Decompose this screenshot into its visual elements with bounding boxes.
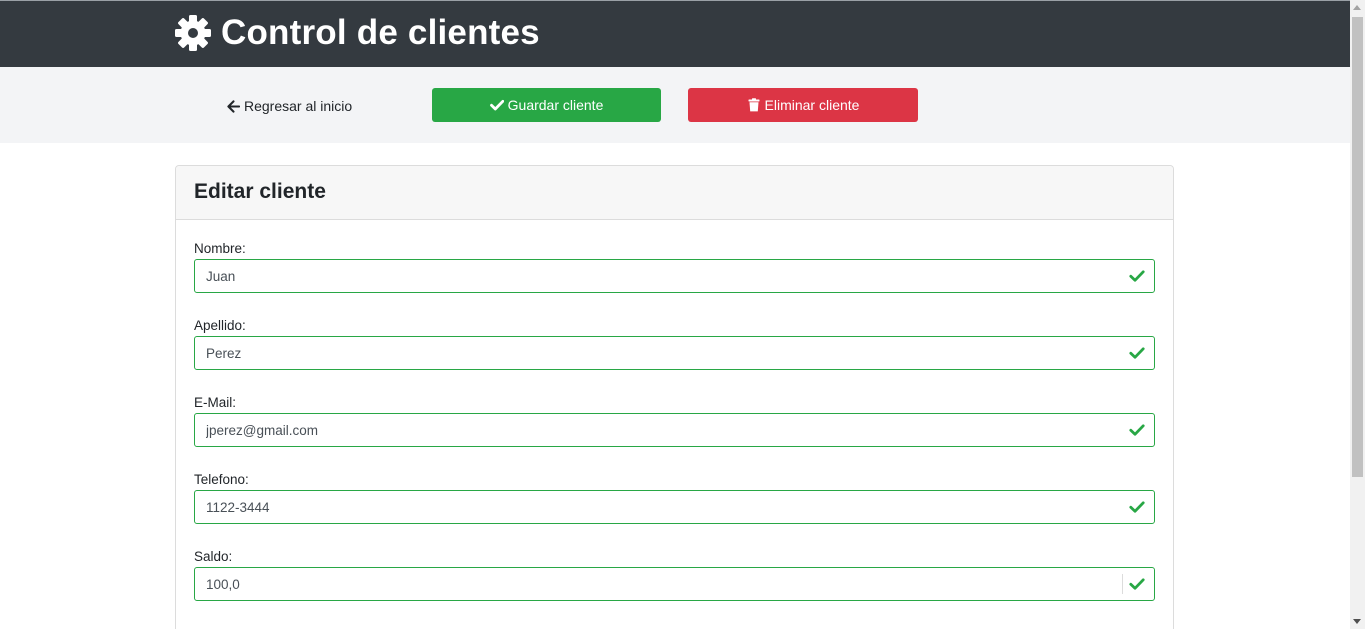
field-label: Telefono: [194, 472, 249, 487]
valid-check-icon [1129, 270, 1145, 282]
scroll-down-arrow-icon[interactable] [1353, 619, 1361, 624]
brand: Control de clientes [175, 13, 540, 53]
save-button-label: Guardar cliente [507, 97, 604, 113]
field-label: Saldo: [194, 549, 233, 564]
telefono-input[interactable] [195, 491, 1095, 523]
save-client-button[interactable]: Guardar cliente [432, 88, 661, 122]
card-header: Editar cliente [176, 166, 1173, 220]
saldo-input[interactable] [195, 568, 1095, 600]
valid-check-icon [1129, 578, 1145, 590]
number-spinner-divider [1122, 574, 1123, 594]
back-to-home-link[interactable]: Regresar al inicio [227, 96, 352, 116]
field-label: Nombre: [194, 241, 246, 256]
valid-check-icon [1129, 501, 1145, 513]
gear-icon [175, 15, 211, 51]
card-title: Editar cliente [194, 180, 326, 203]
input-wrapper [194, 567, 1155, 601]
field-label: E-Mail: [194, 395, 237, 410]
field-saldo: Saldo: [194, 548, 1155, 601]
valid-check-icon [1129, 347, 1145, 359]
action-toolbar: Regresar al inicio Guardar cliente Elimi… [0, 67, 1350, 143]
email-input[interactable] [195, 414, 1095, 446]
nombre-input[interactable] [195, 260, 1095, 292]
navbar: Control de clientes [0, 1, 1350, 67]
input-wrapper [194, 336, 1155, 370]
arrow-left-icon [227, 99, 240, 113]
scrollbar-thumb[interactable] [1352, 17, 1363, 477]
back-link-label: Regresar al inicio [244, 98, 353, 114]
field-email: E-Mail: [194, 394, 1155, 447]
scroll-up-arrow-icon[interactable] [1353, 5, 1361, 10]
input-wrapper [194, 259, 1155, 293]
delete-button-label: Eliminar cliente [764, 97, 860, 113]
valid-check-icon [1129, 424, 1145, 436]
input-wrapper [194, 413, 1155, 447]
delete-client-button[interactable]: Eliminar cliente [688, 88, 918, 122]
vertical-scrollbar[interactable] [1350, 0, 1365, 629]
field-label: Apellido: [194, 318, 246, 333]
page-title: Control de clientes [221, 13, 540, 52]
field-nombre: Nombre: [194, 240, 1155, 293]
apellido-input[interactable] [195, 337, 1095, 369]
field-telefono: Telefono: [194, 471, 1155, 524]
check-icon [489, 99, 504, 111]
edit-client-card: Editar cliente Nombre: Apellido: E-Mail: [175, 165, 1174, 629]
trash-icon [748, 98, 760, 112]
input-wrapper [194, 490, 1155, 524]
field-apellido: Apellido: [194, 317, 1155, 370]
